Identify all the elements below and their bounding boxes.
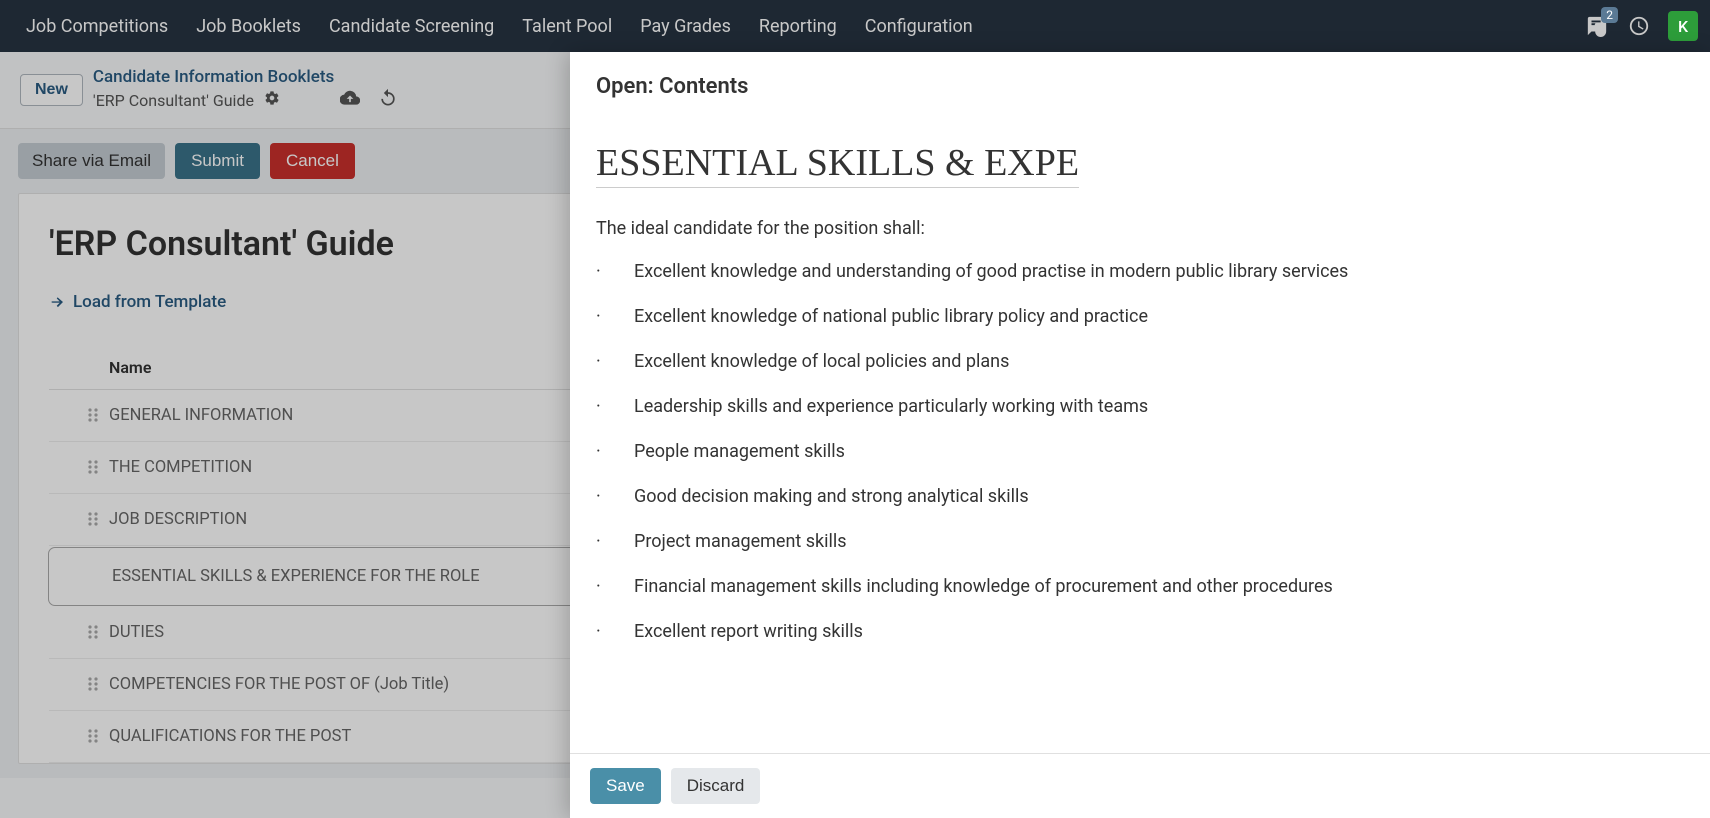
bullet-text: Project management skills: [634, 531, 847, 552]
bullet-dot: ·: [596, 351, 634, 372]
panel-title: Open: Contents: [570, 52, 1710, 109]
nav-reporting[interactable]: Reporting: [745, 0, 851, 52]
nav-configuration[interactable]: Configuration: [851, 0, 987, 52]
bullet-dot: ·: [596, 621, 634, 642]
bullet-dot: ·: [596, 486, 634, 507]
messages-icon[interactable]: 2: [1580, 9, 1614, 43]
bullet-text: Excellent knowledge and understanding of…: [634, 261, 1348, 282]
avatar[interactable]: K: [1668, 11, 1698, 41]
bullet-text: People management skills: [634, 441, 845, 462]
bullet-dot: ·: [596, 396, 634, 417]
content-heading[interactable]: ESSENTIAL SKILLS & EXPE: [596, 141, 1079, 188]
panel-footer: Save Discard: [570, 753, 1710, 818]
nav-job-competitions[interactable]: Job Competitions: [12, 0, 182, 52]
bullet-item[interactable]: ·Excellent knowledge and understanding o…: [596, 261, 1684, 282]
bullet-text: Good decision making and strong analytic…: [634, 486, 1029, 507]
save-button[interactable]: Save: [590, 768, 661, 804]
bullet-text: Financial management skills including kn…: [634, 576, 1333, 597]
bullet-dot: ·: [596, 576, 634, 597]
bullet-item[interactable]: ·Excellent knowledge of national public …: [596, 306, 1684, 327]
clock-icon[interactable]: [1622, 9, 1656, 43]
nav-talent-pool[interactable]: Talent Pool: [508, 0, 626, 52]
bullet-text: Excellent report writing skills: [634, 621, 863, 642]
bullet-item[interactable]: ·Excellent knowledge of local policies a…: [596, 351, 1684, 372]
bullet-text: Excellent knowledge of national public l…: [634, 306, 1148, 327]
contents-panel: Open: Contents ESSENTIAL SKILLS & EXPE T…: [570, 52, 1710, 818]
bullet-item[interactable]: ·People management skills: [596, 441, 1684, 462]
bullet-dot: ·: [596, 531, 634, 552]
bullet-item[interactable]: ·Excellent report writing skills: [596, 621, 1684, 642]
nav-candidate-screening[interactable]: Candidate Screening: [315, 0, 508, 52]
top-nav: Job Competitions Job Booklets Candidate …: [0, 0, 1710, 52]
bullet-item[interactable]: ·Good decision making and strong analyti…: [596, 486, 1684, 507]
bullet-text: Excellent knowledge of local policies an…: [634, 351, 1009, 372]
content-intro[interactable]: The ideal candidate for the position sha…: [596, 218, 1684, 239]
bullet-dot: ·: [596, 261, 634, 282]
bullet-text: Leadership skills and experience particu…: [634, 396, 1148, 417]
discard-button[interactable]: Discard: [671, 768, 761, 804]
bullet-item[interactable]: ·Project management skills: [596, 531, 1684, 552]
nav-pay-grades[interactable]: Pay Grades: [626, 0, 745, 52]
nav-job-booklets[interactable]: Job Booklets: [182, 0, 315, 52]
messages-badge: 2: [1601, 7, 1618, 23]
bullet-dot: ·: [596, 306, 634, 327]
panel-body[interactable]: ESSENTIAL SKILLS & EXPE The ideal candid…: [570, 109, 1710, 753]
bullet-item[interactable]: ·Leadership skills and experience partic…: [596, 396, 1684, 417]
bullet-dot: ·: [596, 441, 634, 462]
bullet-item[interactable]: ·Financial management skills including k…: [596, 576, 1684, 597]
